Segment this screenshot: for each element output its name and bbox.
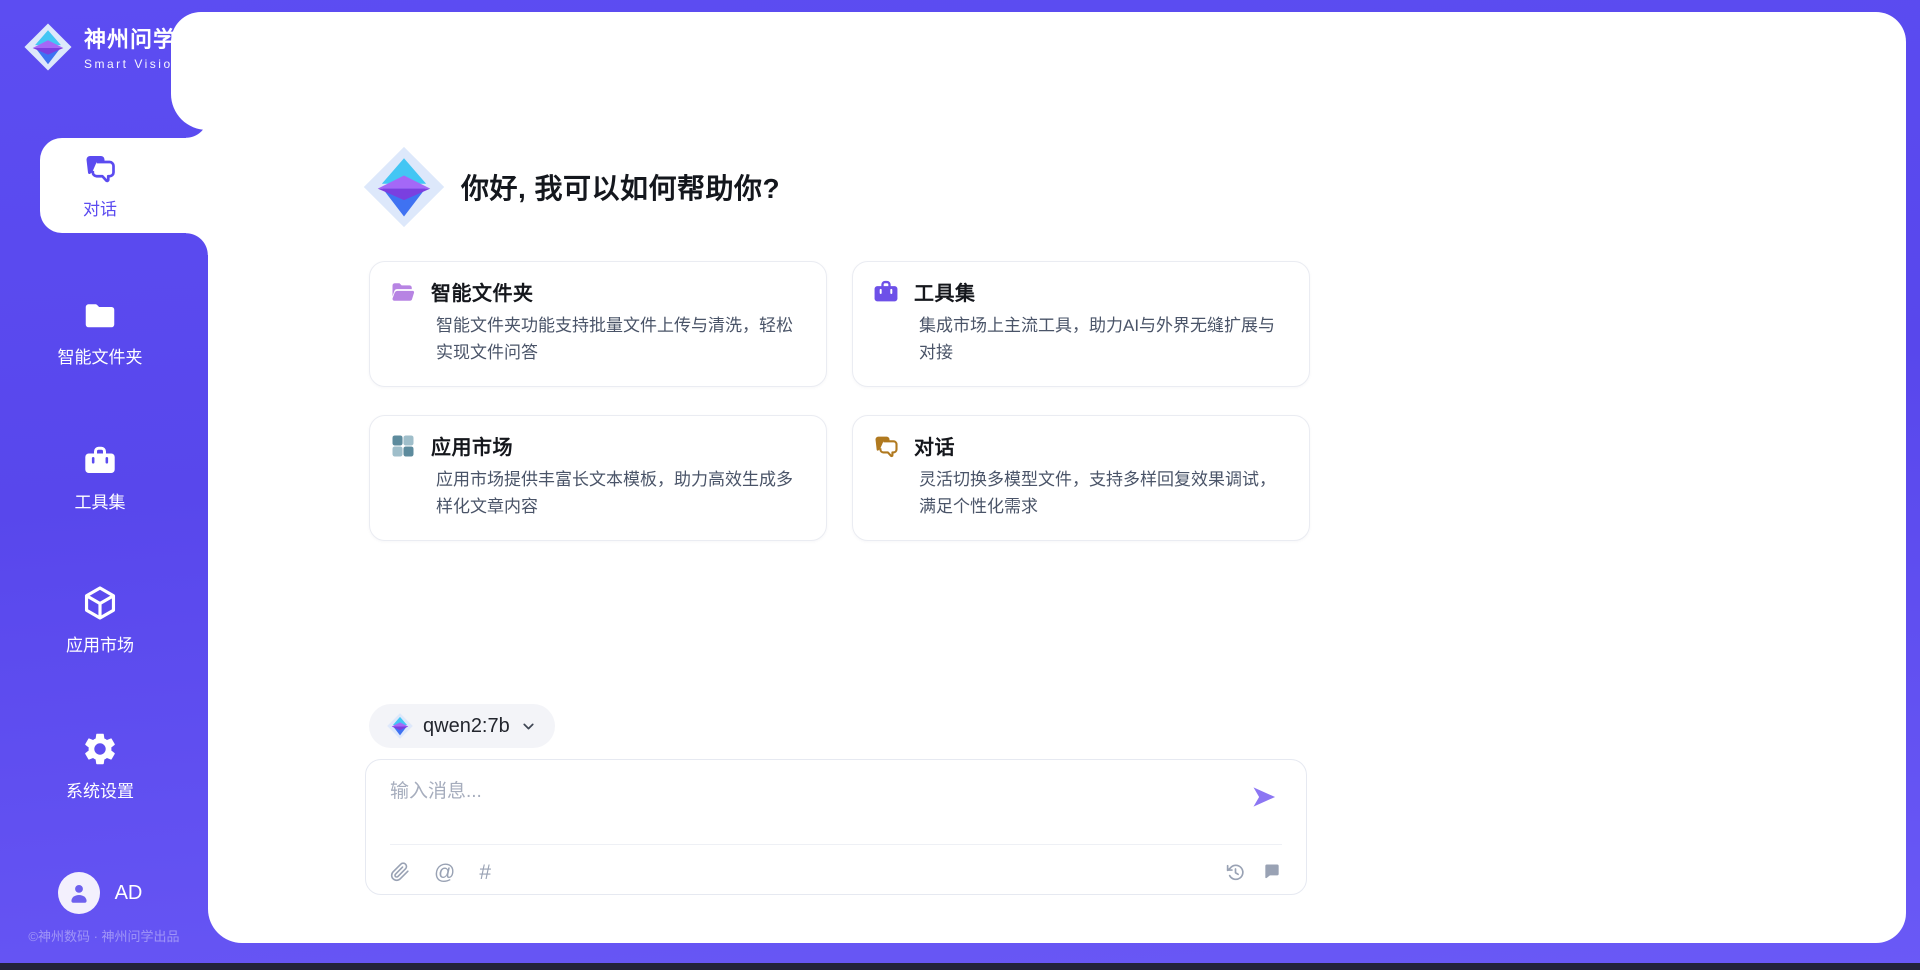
sidebar-item-label: 应用市场 (66, 636, 134, 655)
card-title: 工具集 (914, 277, 976, 306)
model-diamond-icon (387, 713, 413, 739)
card-smart-folder[interactable]: 智能文件夹 智能文件夹功能支持批量文件上传与清洗，轻松实现文件问答 (369, 261, 827, 387)
sidebar-item-app-market[interactable]: 应用市场 (0, 584, 200, 656)
sidebar-item-label: 对话 (83, 200, 117, 219)
sidebar-item-label: 系统设置 (66, 782, 134, 801)
brand-subtitle: Smart Vision (84, 57, 182, 71)
card-description: 应用市场提供丰富长文本模板，助力高效生成多样化文章内容 (436, 466, 804, 520)
card-app-market[interactable]: 应用市场 应用市场提供丰富长文本模板，助力高效生成多样化文章内容 (369, 415, 827, 541)
paperclip-icon (390, 862, 410, 882)
conversations-button[interactable] (1262, 862, 1282, 882)
message-input[interactable] (390, 776, 1210, 832)
grid-icon (389, 432, 417, 460)
history-button[interactable] (1225, 862, 1246, 883)
model-name: qwen2:7b (423, 715, 510, 738)
topic-button[interactable]: # (479, 862, 491, 883)
sidebar-footer: ©神州数码 · 神州问学出品 (0, 926, 208, 945)
brand-diamond-icon (24, 23, 72, 71)
card-description: 灵活切换多模型文件，支持多样回复效果调试，满足个性化需求 (919, 466, 1287, 520)
briefcase-icon (81, 443, 119, 479)
sidebar-item-label: 工具集 (75, 493, 126, 512)
user-profile[interactable]: AD (0, 872, 200, 914)
greeting-diamond-icon (363, 146, 445, 228)
card-header: 智能文件夹 (389, 277, 534, 306)
card-title: 对话 (914, 431, 955, 460)
brand-logo[interactable]: 神州问学 Smart Vision (24, 22, 182, 71)
gear-icon (81, 730, 119, 768)
card-header: 应用市场 (389, 431, 513, 460)
card-toolset[interactable]: 工具集 集成市场上主流工具，助力AI与外界无缝扩展与对接 (852, 261, 1310, 387)
chat-icon (82, 150, 118, 186)
bottom-strip (0, 963, 1920, 970)
chevron-down-icon (520, 718, 537, 735)
brand-name: 神州问学 (84, 22, 182, 54)
folder-open-icon (389, 278, 417, 306)
composer-divider (390, 844, 1282, 845)
sidebar-item-settings[interactable]: 系统设置 (0, 730, 200, 802)
cube-icon (81, 584, 119, 622)
briefcase-icon (872, 278, 900, 306)
toolbar-right (1225, 862, 1282, 883)
greeting: 你好, 我可以如何帮助你? (363, 146, 780, 228)
mention-button[interactable]: @ (434, 862, 455, 883)
sidebar-item-toolset[interactable]: 工具集 (0, 443, 200, 513)
brand-text: 神州问学 Smart Vision (84, 22, 182, 71)
sidebar-item-chat[interactable]: 对话 (0, 150, 200, 220)
greeting-title: 你好, 我可以如何帮助你? (461, 167, 780, 207)
send-button[interactable] (1250, 783, 1278, 811)
model-selector[interactable]: qwen2:7b (369, 704, 555, 748)
card-header: 对话 (872, 431, 955, 460)
card-header: 工具集 (872, 277, 976, 306)
user-label: AD (115, 882, 143, 905)
message-composer: @ # (365, 759, 1307, 895)
card-title: 智能文件夹 (431, 277, 534, 306)
history-icon (1225, 862, 1246, 883)
chat-icon (872, 432, 900, 460)
card-description: 集成市场上主流工具，助力AI与外界无缝扩展与对接 (919, 312, 1287, 366)
send-icon (1250, 783, 1278, 811)
chat-bubble-icon (1262, 862, 1282, 882)
attach-file-button[interactable] (390, 862, 410, 882)
card-title: 应用市场 (431, 431, 513, 460)
card-description: 智能文件夹功能支持批量文件上传与清洗，轻松实现文件问答 (436, 312, 804, 366)
sidebar-item-label: 智能文件夹 (58, 348, 143, 367)
avatar (58, 872, 100, 914)
person-icon (66, 880, 92, 906)
composer-toolbar: @ # (390, 857, 1282, 887)
folder-icon (81, 298, 119, 334)
sidebar-item-smart-folder[interactable]: 智能文件夹 (0, 298, 200, 368)
card-chat[interactable]: 对话 灵活切换多模型文件，支持多样回复效果调试，满足个性化需求 (852, 415, 1310, 541)
